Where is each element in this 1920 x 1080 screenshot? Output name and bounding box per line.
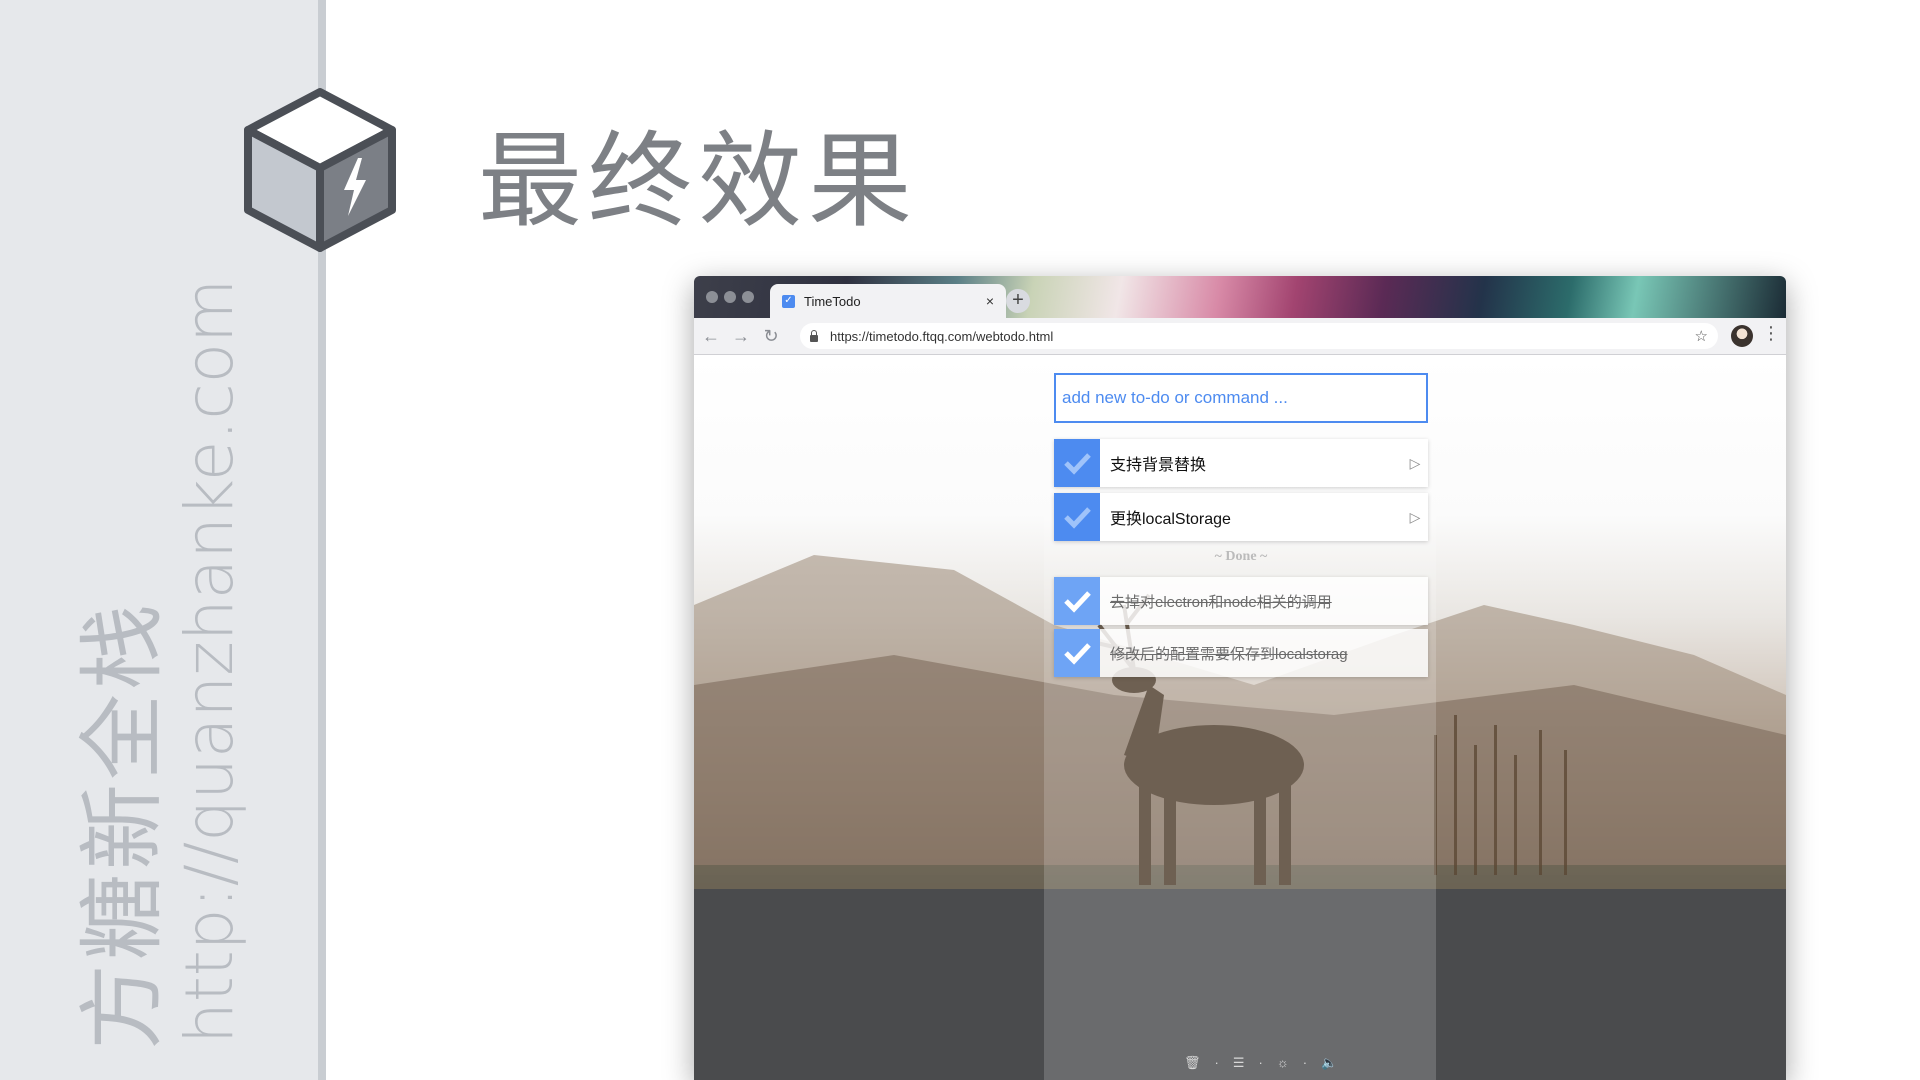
reload-icon[interactable]: ↻ — [758, 326, 784, 347]
browser-tab[interactable]: ✓ TimeTodo × — [770, 284, 1006, 318]
star-icon[interactable]: ☆ — [1695, 327, 1708, 345]
separator: · — [1214, 1055, 1219, 1070]
todo-label: 支持背景替换 — [1110, 457, 1207, 474]
list-icon[interactable]: ☰ — [1233, 1055, 1245, 1071]
todo-checkbox[interactable] — [1054, 493, 1100, 541]
browser-menu-icon[interactable]: ⋮ — [1762, 323, 1780, 344]
done-label: 修改后的配置需要保存到localstorag — [1110, 645, 1348, 663]
done-checkbox[interactable] — [1054, 629, 1100, 677]
browser-window: ✓ TimeTodo × + ← → ↻ https://timetodo.ft… — [694, 276, 1786, 1080]
window-zoom-dot[interactable] — [742, 291, 754, 303]
lock-icon — [810, 329, 818, 342]
window-minimize-dot[interactable] — [724, 291, 736, 303]
todo-input[interactable] — [1054, 373, 1428, 423]
tab-favicon-check-icon: ✓ — [782, 294, 795, 308]
sun-icon[interactable]: ☼ — [1277, 1055, 1289, 1071]
done-label: 去掉对electron和node相关的调用 — [1110, 593, 1332, 611]
cube-logo-icon — [244, 88, 396, 252]
forward-icon[interactable]: → — [728, 326, 754, 347]
separator: · — [1302, 1055, 1308, 1070]
check-icon — [1064, 453, 1091, 475]
play-icon[interactable]: ▷ — [1402, 509, 1428, 526]
browser-titlebar: ✓ TimeTodo × + — [694, 276, 1786, 318]
vertical-caption: 方糖新全栈 http://quanzhanke.com — [52, 279, 248, 1050]
new-tab-button[interactable]: + — [1006, 289, 1030, 313]
tab-title: TimeTodo — [804, 293, 861, 309]
done-item[interactable]: 去掉对electron和node相关的调用 — [1054, 577, 1428, 625]
todo-item[interactable]: 更换localStorage ▷ — [1054, 493, 1428, 541]
window-close-dot[interactable] — [706, 291, 718, 303]
todo-checkbox[interactable] — [1054, 439, 1100, 487]
speaker-icon[interactable]: 🔈 — [1321, 1055, 1337, 1071]
done-item[interactable]: 修改后的配置需要保存到localstorag — [1054, 629, 1428, 677]
todo-label: 更换localStorage — [1110, 511, 1231, 528]
check-icon — [1064, 591, 1091, 613]
check-icon — [1064, 643, 1091, 665]
page-content: 支持背景替换 ▷ 更换localStorage ▷ ~ Done ~ 去掉对el… — [694, 355, 1786, 1080]
profile-avatar-icon[interactable] — [1731, 325, 1753, 347]
trash-icon[interactable]: 🗑 — [1184, 1055, 1201, 1071]
browser-toolbar: ← → ↻ https://timetodo.ftqq.com/webtodo.… — [694, 318, 1786, 355]
check-icon — [1064, 507, 1091, 529]
slide-title: 最终效果 — [478, 120, 919, 242]
bottom-toolbar: 🗑 · ☰ · ☼ · 🔈 — [1184, 1055, 1337, 1071]
done-checkbox[interactable] — [1054, 577, 1100, 625]
tab-close-icon[interactable]: × — [986, 293, 994, 309]
url-text[interactable]: https://timetodo.ftqq.com/webtodo.html — [830, 329, 1695, 344]
address-bar[interactable]: https://timetodo.ftqq.com/webtodo.html ☆ — [800, 323, 1718, 349]
done-divider: ~ Done ~ — [1214, 549, 1268, 564]
back-icon[interactable]: ← — [698, 326, 724, 347]
play-icon[interactable]: ▷ — [1402, 455, 1428, 472]
caption-url: http://quanzhanke.com — [171, 278, 248, 1044]
todo-item[interactable]: 支持背景替换 ▷ — [1054, 439, 1428, 487]
caption-brand: 方糖新全栈 — [73, 600, 173, 1050]
separator: · — [1258, 1055, 1263, 1070]
